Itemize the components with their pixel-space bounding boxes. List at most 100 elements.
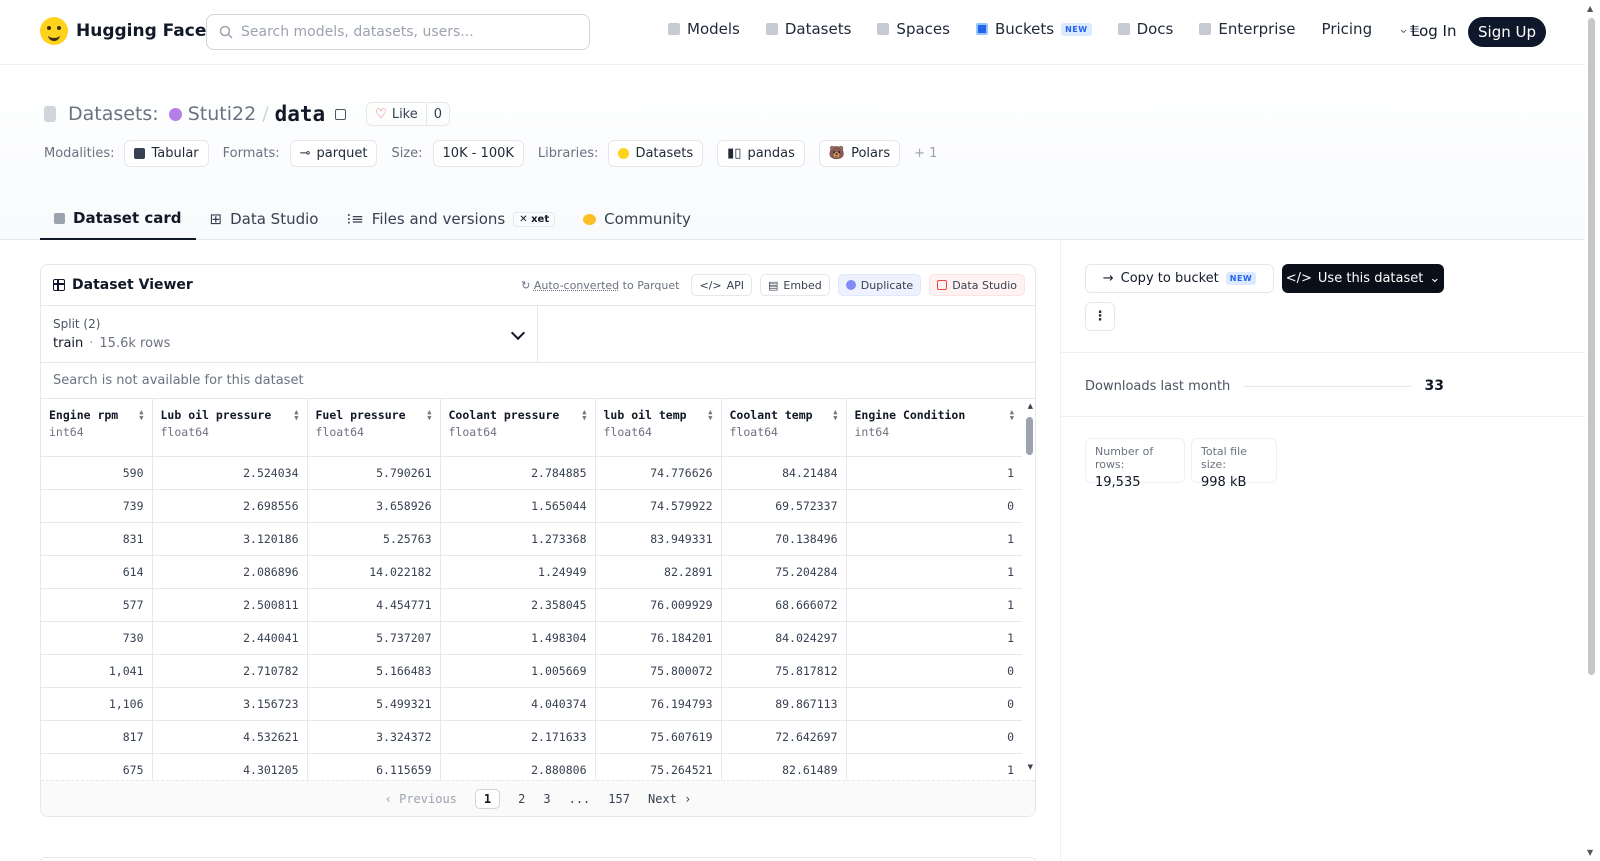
table-cell[interactable]: 74.776626 <box>595 456 722 490</box>
more-options-button[interactable]: ⋮ <box>1085 302 1115 331</box>
table-cell[interactable]: 82.61489 <box>721 753 847 782</box>
nav-datasets[interactable]: Datasets <box>765 20 851 38</box>
use-this-dataset-button[interactable]: </> Use this dataset ⌄ <box>1282 264 1444 293</box>
login-link[interactable]: Log In <box>1411 22 1457 40</box>
table-cell[interactable]: 1.498304 <box>440 621 596 655</box>
data-studio-button[interactable]: Data Studio <box>929 274 1025 296</box>
table-cell[interactable]: 2.698556 <box>152 489 308 523</box>
table-cell[interactable]: 1,041 <box>41 654 153 688</box>
table-cell[interactable]: 75.607619 <box>595 720 722 754</box>
page-2[interactable]: 2 <box>518 792 525 806</box>
table-cell[interactable]: 83.949331 <box>595 522 722 556</box>
table-scrollbar[interactable] <box>1026 417 1033 455</box>
tag-polars[interactable]: 🐻 Polars <box>818 140 901 167</box>
like-button[interactable]: ♡ Like 0 <box>366 102 451 126</box>
nav-models[interactable]: Models <box>668 20 740 38</box>
owner-link[interactable]: Stuti22 <box>188 103 256 125</box>
nav-buckets[interactable]: Buckets NEW <box>975 20 1092 38</box>
table-cell[interactable]: 69.572337 <box>721 489 847 523</box>
table-cell[interactable]: 5.737207 <box>307 621 441 655</box>
table-cell[interactable]: 0 <box>846 687 1022 721</box>
table-cell[interactable]: 2.784885 <box>440 456 596 490</box>
column-header[interactable]: Fuel pressure float64 ▲ ▼ <box>307 399 441 457</box>
table-cell[interactable]: 75.800072 <box>595 654 722 688</box>
tag-size[interactable]: 10K - 100K <box>432 140 524 167</box>
sort-icon[interactable]: ▲ ▼ <box>1010 409 1014 422</box>
table-cell[interactable]: 2.086896 <box>152 555 308 589</box>
table-cell[interactable]: 70.138496 <box>721 522 847 556</box>
table-cell[interactable]: 76.184201 <box>595 621 722 655</box>
table-cell[interactable]: 5.499321 <box>307 687 441 721</box>
table-cell[interactable]: 1,106 <box>41 687 153 721</box>
column-header[interactable]: lub oil temp float64 ▲ ▼ <box>595 399 722 457</box>
table-cell[interactable]: 14.022182 <box>307 555 441 589</box>
page-3[interactable]: 3 <box>543 792 550 806</box>
table-cell[interactable]: 2.358045 <box>440 588 596 622</box>
column-header[interactable]: Coolant temp float64 ▲ ▼ <box>721 399 847 457</box>
nav-docs[interactable]: Docs <box>1117 20 1173 38</box>
api-button[interactable]: </> API <box>691 274 752 296</box>
table-cell[interactable]: 74.579922 <box>595 489 722 523</box>
table-cell[interactable]: 675 <box>41 753 153 782</box>
page-scroll-down-icon[interactable]: ▼ <box>1587 848 1593 857</box>
column-header[interactable]: Engine Condition int64 ▲ ▼ <box>846 399 1022 457</box>
duplicate-button[interactable]: Duplicate <box>837 274 922 296</box>
table-cell[interactable]: 1.565044 <box>440 489 596 523</box>
page-scrollbar[interactable] <box>1588 18 1595 675</box>
table-cell[interactable]: 84.024297 <box>721 621 847 655</box>
nav-pricing[interactable]: Pricing <box>1322 20 1373 38</box>
split-select[interactable]: Split (2) train · 15.6k rows <box>41 306 538 362</box>
sort-icon[interactable]: ▲ ▼ <box>427 409 431 422</box>
table-cell[interactable]: 817 <box>41 720 153 754</box>
embed-button[interactable]: ▤ Embed <box>759 274 830 296</box>
nav-spaces[interactable]: Spaces <box>877 20 950 38</box>
table-cell[interactable]: 739 <box>41 489 153 523</box>
sort-icon[interactable]: ▲ ▼ <box>708 409 712 422</box>
table-cell[interactable]: 590 <box>41 456 153 490</box>
page-1[interactable]: 1 <box>474 788 501 809</box>
column-header[interactable]: Engine rpm int64 ▲ ▼ <box>41 399 153 457</box>
tab-data-studio[interactable]: ⊞ Data Studio <box>196 198 333 240</box>
copy-to-bucket-button[interactable]: → Copy to bucket NEW <box>1085 264 1274 293</box>
table-cell[interactable]: 3.156723 <box>152 687 308 721</box>
table-cell[interactable]: 68.666072 <box>721 588 847 622</box>
tab-community[interactable]: Community <box>569 198 705 240</box>
tag-pandas[interactable]: ▮▯ pandas <box>717 140 805 167</box>
more-libraries[interactable]: + 1 <box>914 146 937 161</box>
table-cell[interactable]: 3.324372 <box>307 720 441 754</box>
search-box[interactable] <box>206 14 590 50</box>
table-cell[interactable]: 1 <box>846 753 1022 782</box>
table-cell[interactable]: 730 <box>41 621 153 655</box>
table-cell[interactable]: 577 <box>41 588 153 622</box>
table-cell[interactable]: 1 <box>846 555 1022 589</box>
table-cell[interactable]: 0 <box>846 489 1022 523</box>
table-scroll-down-icon[interactable]: ▼ <box>1028 763 1033 771</box>
table-cell[interactable]: 1 <box>846 522 1022 556</box>
table-cell[interactable]: 3.658926 <box>307 489 441 523</box>
table-cell[interactable]: 3.120186 <box>152 522 308 556</box>
table-cell[interactable]: 5.166483 <box>307 654 441 688</box>
next-page[interactable]: Next › <box>648 792 691 806</box>
table-cell[interactable]: 89.867113 <box>721 687 847 721</box>
table-cell[interactable]: 75.264521 <box>595 753 722 782</box>
table-cell[interactable]: 4.040374 <box>440 687 596 721</box>
table-cell[interactable]: 4.532621 <box>152 720 308 754</box>
logo[interactable]: Hugging Face <box>40 17 206 45</box>
table-cell[interactable]: 4.301205 <box>152 753 308 782</box>
datasets-prefix[interactable]: Datasets: <box>68 103 159 125</box>
table-cell[interactable]: 5.25763 <box>307 522 441 556</box>
table-cell[interactable]: 2.440041 <box>152 621 308 655</box>
table-cell[interactable]: 1 <box>846 588 1022 622</box>
copy-icon[interactable] <box>335 108 347 120</box>
table-cell[interactable]: 76.194793 <box>595 687 722 721</box>
search-input[interactable] <box>241 24 571 40</box>
sort-icon[interactable]: ▲ ▼ <box>833 409 837 422</box>
table-cell[interactable]: 2.171633 <box>440 720 596 754</box>
table-cell[interactable]: 72.642697 <box>721 720 847 754</box>
sort-icon[interactable]: ▲ ▼ <box>294 409 298 422</box>
dataset-name[interactable]: data <box>275 102 326 126</box>
nav-enterprise[interactable]: Enterprise <box>1199 20 1296 38</box>
table-cell[interactable]: 76.009929 <box>595 588 722 622</box>
table-cell[interactable]: 5.790261 <box>307 456 441 490</box>
tag-tabular[interactable]: Tabular <box>124 140 209 167</box>
